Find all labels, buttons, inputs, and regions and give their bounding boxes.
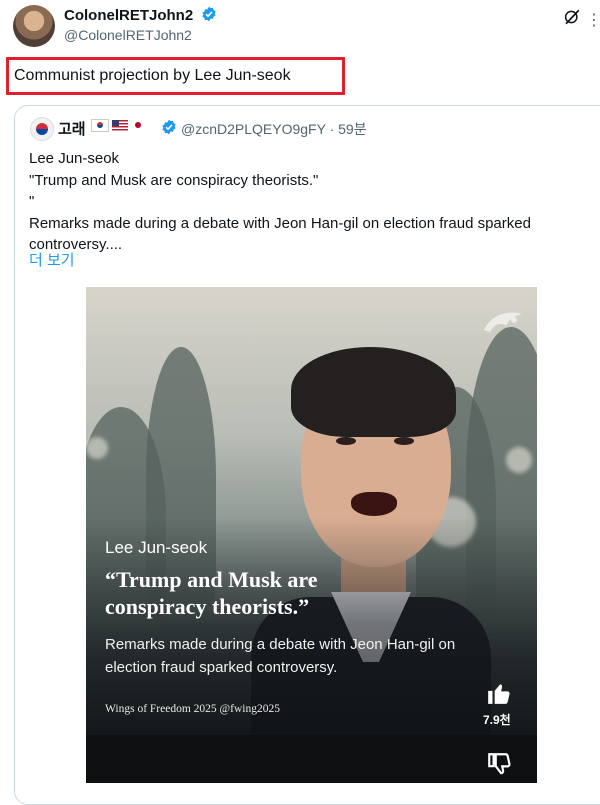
person-hair (291, 347, 456, 437)
person-eye (394, 437, 414, 445)
media-name: Lee Jun-seok (105, 538, 208, 557)
like-count: 7.9천 (483, 713, 511, 727)
media-subtitle: Remarks made during a debate with Jeon H… (105, 636, 456, 676)
jp-flag-icon (131, 120, 145, 131)
quoted-avatar[interactable] (30, 117, 54, 141)
quoted-text: Lee Jun-seok "Trump and Musk are conspir… (29, 148, 589, 256)
quoted-handle[interactable]: @zcnD2PLQEYO9gFY · 59분 (181, 119, 367, 139)
quoted-flags (91, 119, 145, 132)
author-avatar[interactable] (13, 5, 55, 47)
light-glow (86, 437, 108, 459)
author-name[interactable]: ColonelRETJohn2 (64, 6, 217, 24)
person-eye (336, 437, 356, 445)
quoted-line: Lee Jun-seok (29, 150, 120, 167)
kr-flag-icon (91, 119, 109, 132)
media-quote: “Trump and Musk are conspiracy theorists… (105, 567, 318, 619)
thumbs-up-icon[interactable] (486, 680, 512, 706)
grok-icon[interactable] (563, 8, 581, 26)
quoted-line: controversy.... (29, 236, 123, 253)
thumbs-down-icon[interactable] (486, 751, 512, 777)
light-glow (506, 447, 532, 473)
more-options-icon[interactable]: ⋮ (586, 10, 600, 30)
us-flag-icon (112, 120, 128, 131)
person-mouth (351, 492, 397, 516)
post-text: Communist projection by Lee Jun-seok (6, 57, 345, 95)
quoted-author-name[interactable]: 고래 (58, 118, 86, 139)
author-handle[interactable]: @ColonelRETJohn2 (64, 27, 192, 43)
quoted-line: Remarks made during a debate with Jeon H… (29, 214, 531, 232)
video-bottom-strip (86, 735, 537, 783)
quoted-line: " (29, 193, 35, 210)
media-credit: Wings of Freedom 2025 @fwing2025 (105, 703, 280, 715)
show-more-link[interactable]: 더 보기 (29, 249, 75, 270)
eagle-watermark-icon (484, 312, 522, 332)
verified-icon (162, 119, 176, 135)
verified-icon (202, 6, 216, 22)
author-name-text[interactable]: ColonelRETJohn2 (64, 7, 193, 24)
quoted-line: "Trump and Musk are conspiracy theorists… (29, 171, 319, 189)
